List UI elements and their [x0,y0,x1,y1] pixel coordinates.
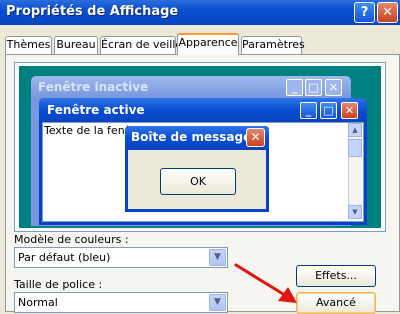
inactive-window-title: Fenêtre inactive [38,80,149,94]
maximize-icon: □ [320,102,337,119]
close-icon: ✕ [246,128,265,147]
help-button[interactable]: ? [354,2,375,23]
effects-button[interactable]: Effets... [296,265,376,287]
scroll-up-icon: ▲ [348,123,362,137]
close-button[interactable]: ✕ [377,2,398,23]
window-title: Propriétés de Affichage [6,4,179,19]
maximize-icon: □ [305,79,322,96]
chevron-down-icon[interactable]: ▼ [209,249,226,266]
advanced-button[interactable]: Avancé [296,292,376,314]
tab-bureau[interactable]: Bureau [54,36,98,54]
minimize-icon: _ [300,102,317,119]
tab-parametres[interactable]: Paramètres [241,36,305,54]
color-scheme-label: Modèle de couleurs : [14,233,129,246]
close-icon: ✕ [341,102,358,119]
font-size-label: Taille de police : [14,278,103,291]
messagebox-title: Boîte de message [131,130,252,144]
ok-button: OK [160,168,236,195]
tab-apparence[interactable]: Apparence [177,33,239,55]
minimize-icon: _ [286,79,303,96]
tab-themes[interactable]: Thèmes [5,36,52,54]
chevron-down-icon[interactable]: ▼ [209,294,226,311]
scroll-thumb [348,139,362,157]
window-text-sample: Texte de la fenêtre [44,124,128,137]
close-icon: ✕ [325,79,342,96]
active-window-title: Fenêtre active [47,103,145,117]
color-scheme-select[interactable]: Par défaut (bleu) [14,247,228,268]
tab-screensaver[interactable]: Écran de veille [100,36,182,54]
scroll-down-icon: ▼ [348,205,362,219]
font-size-select[interactable]: Normal [14,292,228,313]
